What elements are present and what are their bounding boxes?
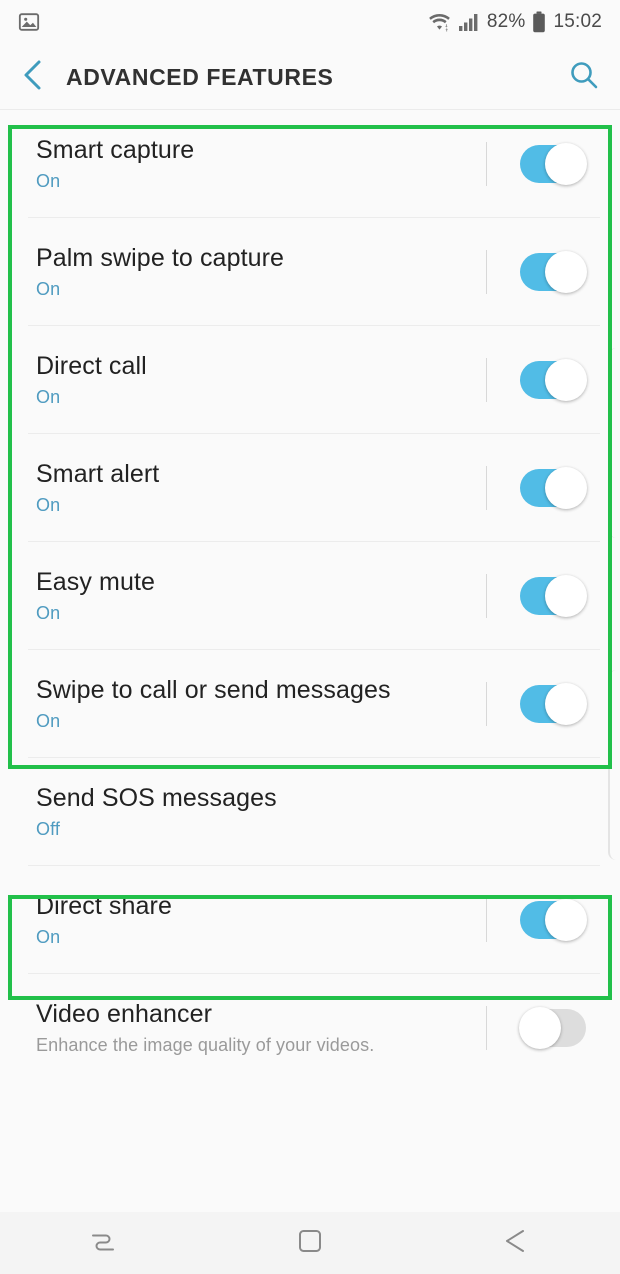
setting-row-easy-mute[interactable]: Easy mute On bbox=[0, 542, 620, 650]
row-text-group: Swipe to call or send messages On bbox=[36, 676, 486, 733]
toggle-knob bbox=[545, 251, 587, 293]
control-divider bbox=[486, 898, 487, 942]
setting-status: Off bbox=[36, 819, 60, 840]
navigation-bar bbox=[0, 1212, 620, 1274]
row-text-group: Send SOS messages Off bbox=[36, 784, 620, 841]
toggle-knob bbox=[545, 575, 587, 617]
settings-list[interactable]: Smart capture On Palm swipe to capture O… bbox=[0, 110, 620, 1214]
row-control bbox=[486, 358, 620, 402]
row-text-group: Smart capture On bbox=[36, 136, 486, 193]
setting-title: Video enhancer bbox=[36, 999, 213, 1028]
scroll-indicator[interactable] bbox=[608, 670, 620, 860]
row-control bbox=[486, 574, 620, 618]
toggle-knob bbox=[545, 143, 587, 185]
setting-title: Easy mute bbox=[36, 567, 156, 596]
row-control bbox=[486, 142, 620, 186]
setting-row-swipe-to-call-or-send-messages[interactable]: Swipe to call or send messages On bbox=[0, 650, 620, 758]
setting-row-direct-call[interactable]: Direct call On bbox=[0, 326, 620, 434]
setting-status: On bbox=[36, 279, 61, 300]
row-text-group: Easy mute On bbox=[36, 568, 486, 625]
toggle-switch[interactable] bbox=[520, 251, 587, 293]
toggle-knob bbox=[545, 467, 587, 509]
toggle-knob bbox=[545, 899, 587, 941]
back-arrow-icon bbox=[501, 1227, 533, 1260]
setting-status: On bbox=[36, 387, 61, 408]
control-divider bbox=[486, 466, 487, 510]
toggle-switch[interactable] bbox=[520, 467, 587, 509]
battery-percent-label: 82% bbox=[486, 11, 526, 32]
toggle-switch[interactable] bbox=[520, 899, 587, 941]
control-divider bbox=[486, 574, 487, 618]
search-button[interactable] bbox=[548, 44, 620, 110]
setting-status: On bbox=[36, 711, 61, 732]
row-text-group: Direct call On bbox=[36, 352, 486, 409]
setting-title: Palm swipe to capture bbox=[36, 243, 285, 272]
status-bar-indicators: 82% 15:02 bbox=[428, 11, 602, 33]
toggle-knob bbox=[545, 683, 587, 725]
toggle-switch[interactable] bbox=[519, 1007, 586, 1049]
row-text-group: Smart alert On bbox=[36, 460, 486, 517]
clock-label: 15:02 bbox=[553, 11, 602, 32]
status-bar-notifications bbox=[18, 11, 40, 33]
setting-row-smart-alert[interactable]: Smart alert On bbox=[0, 434, 620, 542]
home-icon bbox=[296, 1227, 324, 1260]
setting-title: Send SOS messages bbox=[36, 783, 277, 812]
toggle-switch[interactable] bbox=[520, 575, 587, 617]
setting-row-smart-capture[interactable]: Smart capture On bbox=[0, 110, 620, 218]
setting-row-direct-share[interactable]: Direct share On bbox=[0, 866, 620, 974]
wifi-icon bbox=[428, 12, 451, 32]
toggle-switch[interactable] bbox=[520, 143, 587, 185]
setting-status: On bbox=[36, 495, 61, 516]
setting-title: Direct call bbox=[36, 351, 147, 380]
back-button-nav[interactable] bbox=[413, 1212, 620, 1274]
setting-status: On bbox=[36, 603, 61, 624]
control-divider bbox=[486, 142, 487, 186]
row-control bbox=[486, 1006, 620, 1050]
setting-description: Enhance the image quality of your videos… bbox=[36, 1035, 375, 1056]
row-control bbox=[486, 682, 620, 726]
setting-row-send-sos-messages[interactable]: Send SOS messages Off bbox=[0, 758, 620, 866]
cellular-signal-icon bbox=[458, 12, 480, 32]
toggle-knob bbox=[519, 1007, 561, 1049]
app-bar: ADVANCED FEATURES bbox=[0, 44, 620, 110]
battery-icon bbox=[532, 11, 546, 33]
control-divider bbox=[486, 358, 487, 402]
control-divider bbox=[486, 1006, 487, 1050]
scroll-indicator[interactable] bbox=[608, 348, 620, 538]
status-bar: 82% 15:02 bbox=[0, 0, 620, 44]
row-text-group: Palm swipe to capture On bbox=[36, 244, 486, 301]
row-text-group: Video enhancer Enhance the image quality… bbox=[36, 1000, 486, 1057]
back-button[interactable] bbox=[0, 44, 66, 110]
setting-status: On bbox=[36, 927, 61, 948]
setting-title: Direct share bbox=[36, 891, 172, 920]
control-divider bbox=[486, 250, 487, 294]
toggle-switch[interactable] bbox=[520, 359, 587, 401]
setting-title: Swipe to call or send messages bbox=[36, 675, 391, 704]
back-chevron-icon bbox=[20, 58, 46, 97]
recents-button[interactable] bbox=[0, 1212, 207, 1274]
row-text-group: Direct share On bbox=[36, 892, 486, 949]
toggle-switch[interactable] bbox=[520, 683, 587, 725]
control-divider bbox=[486, 682, 487, 726]
image-icon bbox=[18, 11, 40, 33]
setting-status: On bbox=[36, 171, 61, 192]
setting-title: Smart capture bbox=[36, 135, 195, 164]
setting-title: Smart alert bbox=[36, 459, 160, 488]
row-control bbox=[486, 466, 620, 510]
home-button[interactable] bbox=[207, 1212, 414, 1274]
row-control bbox=[486, 250, 620, 294]
page-title: ADVANCED FEATURES bbox=[66, 63, 334, 90]
setting-row-video-enhancer[interactable]: Video enhancer Enhance the image quality… bbox=[0, 974, 620, 1082]
row-control bbox=[486, 898, 620, 942]
toggle-knob bbox=[545, 359, 587, 401]
phone-screen: 82% 15:02 ADVANCED FEATURES Smart captur… bbox=[0, 0, 620, 1274]
search-icon bbox=[568, 59, 600, 96]
setting-row-palm-swipe-to-capture[interactable]: Palm swipe to capture On bbox=[0, 218, 620, 326]
recents-icon bbox=[88, 1226, 118, 1261]
